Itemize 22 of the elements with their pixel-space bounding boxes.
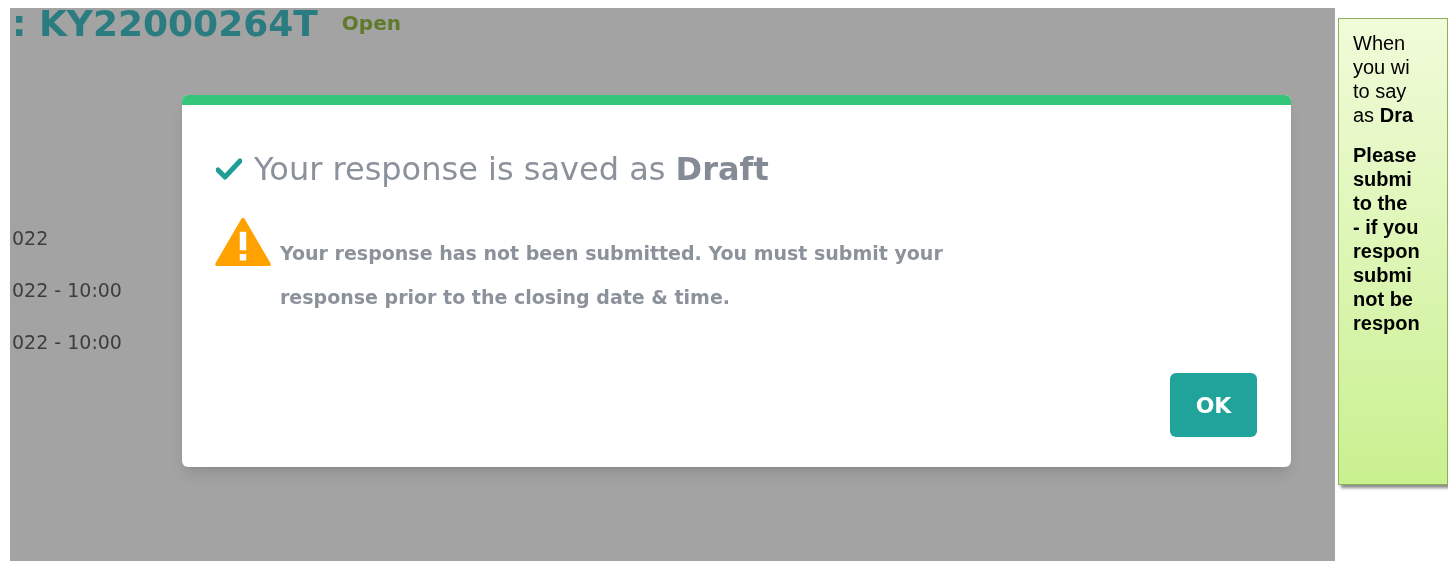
callout-text: as Dra <box>1353 103 1414 127</box>
ok-button[interactable]: OK <box>1170 373 1257 437</box>
callout-text: submi <box>1353 167 1412 191</box>
date-text: 022 - 10:00 <box>12 278 122 303</box>
dialog-title: Your response is saved as Draft <box>254 149 769 190</box>
reference-number: : KY22000264T <box>12 8 318 46</box>
date-text: 022 <box>12 226 49 251</box>
status-label: Open <box>341 10 401 37</box>
callout-text: - if you <box>1353 215 1419 239</box>
warning-message: Your response has not been submitted. You must submit your response prior to the closing date & time. <box>280 241 944 310</box>
date-text: 022 - 10:00 <box>12 330 122 355</box>
callout-text: to say <box>1353 79 1407 103</box>
callout-text: respon <box>1353 239 1420 263</box>
callout-text: respon <box>1353 311 1420 335</box>
callout-text: Please <box>1353 143 1417 167</box>
check-icon <box>216 158 242 180</box>
callout-text: you wi <box>1353 55 1410 79</box>
callout-text: to the <box>1353 191 1408 215</box>
warning-icon <box>214 217 272 267</box>
callout-text: submi <box>1353 263 1412 287</box>
callout-text: not be <box>1353 287 1413 311</box>
callout-text: When <box>1353 31 1406 55</box>
